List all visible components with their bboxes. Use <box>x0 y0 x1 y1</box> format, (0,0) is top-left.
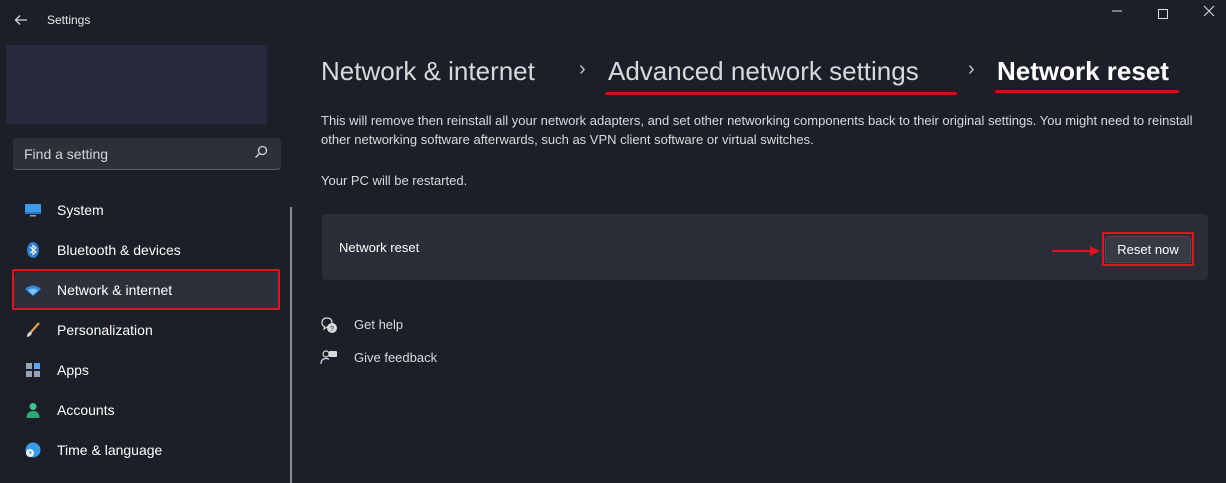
sidebar-item-apps[interactable]: Apps <box>14 352 280 388</box>
close-button[interactable] <box>1186 4 1226 22</box>
sidebar-item-personalization[interactable]: Personalization <box>14 312 280 348</box>
title-bar: Settings <box>0 0 1226 40</box>
sidebar-item-bluetooth[interactable]: Bluetooth & devices <box>14 232 280 268</box>
sidebar-item-label: Apps <box>57 362 89 378</box>
chevron-right-icon: › <box>579 58 586 80</box>
breadcrumb-network-reset: Network reset <box>997 56 1169 86</box>
search-input[interactable]: Find a setting <box>13 138 281 170</box>
sidebar-item-label: Bluetooth & devices <box>57 242 181 258</box>
annotation-underline-reset <box>995 90 1179 93</box>
person-icon <box>26 403 40 418</box>
network-reset-label: Network reset <box>339 240 420 255</box>
maximize-button[interactable] <box>1140 4 1186 22</box>
breadcrumb-advanced-network-settings[interactable]: Advanced network settings <box>608 56 919 87</box>
sidebar-item-system[interactable]: System <box>14 192 280 228</box>
feedback-icon <box>320 350 337 365</box>
reset-description: This will remove then reinstall all your… <box>321 113 1193 147</box>
sidebar-scrollbar[interactable] <box>290 207 292 483</box>
back-button[interactable] <box>10 10 32 30</box>
annotation-underline-advanced <box>605 92 957 95</box>
annotation-highlight-network <box>12 269 280 310</box>
help-chat-icon: ? <box>321 317 337 333</box>
give-feedback-label: Give feedback <box>354 350 438 365</box>
bluetooth-icon <box>27 242 39 258</box>
annotation-highlight-reset <box>1102 232 1194 266</box>
arrow-left-icon <box>14 15 27 25</box>
minimize-button[interactable] <box>1094 4 1140 22</box>
restart-note: Your PC will be restarted. <box>321 173 468 188</box>
globe-clock-icon <box>25 442 41 458</box>
monitor-icon <box>25 204 41 217</box>
close-icon <box>1203 5 1215 17</box>
sidebar-item-label: Time & language <box>57 442 163 458</box>
brush-icon <box>27 322 40 337</box>
svg-text:?: ? <box>330 326 334 333</box>
app-title: Settings <box>47 13 91 27</box>
get-help-label: Get help <box>354 317 404 332</box>
sidebar-item-label: System <box>57 202 104 218</box>
search-icon[interactable] <box>253 144 269 160</box>
breadcrumb-network-internet[interactable]: Network & internet <box>321 56 535 87</box>
apps-icon <box>26 363 40 377</box>
chevron-right-icon: › <box>968 58 975 80</box>
minimize-icon <box>1112 10 1122 12</box>
sidebar-item-label: Personalization <box>57 322 153 338</box>
sidebar-item-accounts[interactable]: Accounts <box>14 392 280 428</box>
sidebar-item-label: Accounts <box>57 402 115 418</box>
sidebar-item-time-language[interactable]: Time & language <box>14 432 280 468</box>
annotation-arrow-icon <box>1052 246 1100 256</box>
account-card[interactable] <box>6 45 267 124</box>
search-placeholder: Find a setting <box>24 146 109 162</box>
maximize-icon <box>1158 8 1168 19</box>
